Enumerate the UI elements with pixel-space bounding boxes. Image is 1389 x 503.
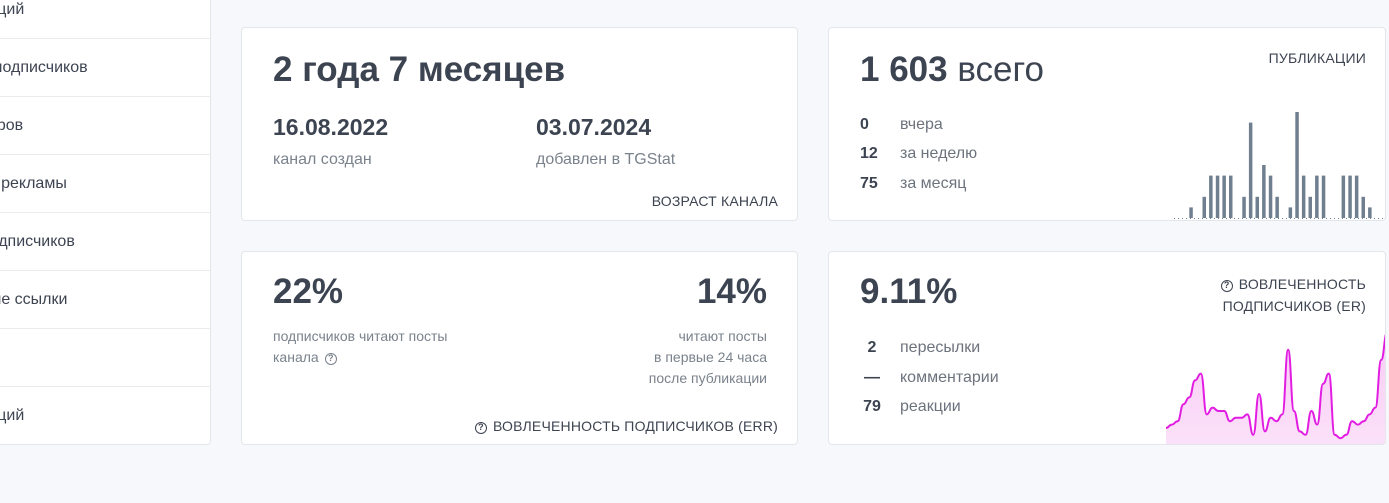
sidebar-item-label: каций [0, 0, 25, 18]
sidebar-item-label: ть рекламы [0, 174, 67, 192]
err-description-line1: подписчиков читают посты [273, 328, 448, 344]
stat-week-label: за неделю [900, 145, 978, 162]
err-caption: ВОВЛЕЧЕННОСТЬ ПОДПИСЧИКОВ (ERR) [492, 418, 778, 434]
err-caption-wrap: ? ВОВЛЕЧЕННОСТЬ ПОДПИСЧИКОВ (ERR) [474, 418, 778, 434]
channel-stats-page: каций ь подписчиков отров ть рекламы под… [0, 0, 1389, 503]
chart-bar [1202, 196, 1206, 218]
chart-bar [1341, 175, 1346, 218]
stat-forwards-value: 2 [867, 339, 877, 356]
publications-bar-chart [1174, 112, 1385, 219]
sidebar-item-label: подписчиков [0, 232, 75, 250]
stat-comments-value: — [864, 369, 880, 386]
added-date: 03.07.2024 [536, 114, 652, 140]
publications-total: 1 603 всего [860, 50, 1044, 90]
err-card: 22% подписчиков читают посты канала? 14%… [241, 251, 798, 445]
er-caption-wrap: ? ВОВЛЕЧЕННОСТЬ ПОДПИСЧИКОВ (ER) [1220, 273, 1366, 317]
err-value: 22% [273, 272, 344, 311]
sidebar-item-label: отров [0, 116, 24, 134]
stat-week-value: 12 [860, 145, 878, 162]
chart-bar [1215, 175, 1220, 218]
sidebar-item-ad-cost[interactable]: ть рекламы [0, 155, 210, 213]
chart-bar [1368, 207, 1372, 218]
err24-line2: в первые 24 часа [654, 349, 767, 365]
chart-bar [1354, 175, 1359, 218]
chart-bar [1275, 196, 1279, 218]
sidebar-item-views[interactable]: отров [0, 97, 210, 155]
question-circle-icon[interactable]: ? [324, 353, 337, 365]
stat-forwards-label: пересылки [900, 339, 981, 356]
chart-bar [1308, 196, 1312, 218]
sidebar-item-label: ь подписчиков [0, 58, 88, 76]
publications-card: 1 603 всего ПУБЛИКАЦИИ 0 вчера 12 за нед… [828, 27, 1386, 221]
stat-reactions-value: 79 [863, 398, 881, 415]
er-card: 9.11% ? ВОВЛЕЧЕННОСТЬ ПОДПИСЧИКОВ (ER) 2 … [828, 251, 1386, 445]
chart-bar [1315, 175, 1319, 218]
stat-reactions-label: реакции [900, 398, 961, 415]
channel-age-caption: ВОЗРАСТ КАНАЛА [651, 193, 778, 209]
question-circle-icon[interactable]: ? [474, 422, 487, 434]
er-value: 9.11% [860, 272, 958, 311]
chart-bar [1209, 175, 1213, 218]
publications-total-suffix: всего [957, 50, 1044, 89]
sidebar-item-subscribers[interactable]: подписчиков [0, 213, 210, 271]
added-label: добавлен в TGStat [536, 151, 676, 168]
er-caption-line1: ВОВЛЕЧЕННОСТЬ [1238, 276, 1366, 292]
chart-bar [1255, 196, 1259, 218]
sidebar-item-mentions[interactable]: ий [0, 329, 210, 387]
err-description-line2-wrap: канала? [273, 349, 337, 365]
chart-bar [1242, 196, 1246, 218]
publications-total-value: 1 603 [860, 50, 948, 89]
err24-value: 14% [696, 272, 767, 311]
sidebar-item-publications-top[interactable]: каций [0, 0, 210, 39]
er-caption-line1-wrap: ? ВОВЛЕЧЕННОСТЬ [1220, 273, 1366, 295]
chart-bar [1295, 112, 1299, 218]
question-circle-icon[interactable]: ? [1220, 280, 1233, 292]
stat-yesterday-value: 0 [860, 116, 869, 133]
chart-bar [1229, 175, 1233, 218]
stat-comments-label: комментарии [900, 369, 999, 386]
sidebar-item-publications[interactable]: каций [0, 387, 210, 445]
sidebar-item-subscribers-growth[interactable]: ь подписчиков [0, 39, 210, 97]
chart-bar [1321, 175, 1326, 218]
created-date: 16.08.2022 [273, 114, 389, 140]
chart-bar [1262, 165, 1266, 218]
stat-month-value: 75 [860, 175, 878, 192]
chart-bar [1268, 175, 1273, 218]
stat-month-label: за месяц [900, 175, 967, 192]
publications-caption: ПУБЛИКАЦИИ [1268, 50, 1366, 66]
channel-age-card: 2 года 7 месяцев 16.08.2022 канал создан… [241, 27, 798, 221]
err-description-line2: канала [273, 349, 319, 365]
sidebar-item-label: ные ссылки [0, 290, 68, 308]
chart-bar [1361, 196, 1365, 218]
sidebar-menu: каций ь подписчиков отров ть рекламы под… [0, 0, 211, 445]
err24-line3: после публикации [648, 370, 767, 386]
chart-bar [1288, 207, 1293, 218]
sidebar-item-label: каций [0, 407, 25, 424]
channel-age-value: 2 года 7 месяцев [273, 50, 566, 89]
chart-bar [1248, 122, 1253, 218]
stat-yesterday-label: вчера [900, 116, 943, 133]
chart-bar [1348, 175, 1352, 218]
er-area-fill [1166, 338, 1385, 444]
err24-line1: читают посты [678, 328, 768, 344]
created-label: канал создан [273, 151, 372, 168]
sidebar-item-links[interactable]: ные ссылки [0, 271, 210, 329]
chart-bar [1222, 175, 1226, 218]
chart-bar [1301, 175, 1306, 218]
chart-bar [1189, 207, 1193, 218]
er-area-chart [1166, 333, 1385, 444]
er-caption-line2: ПОДПИСЧИКОВ (ER) [1222, 298, 1366, 314]
